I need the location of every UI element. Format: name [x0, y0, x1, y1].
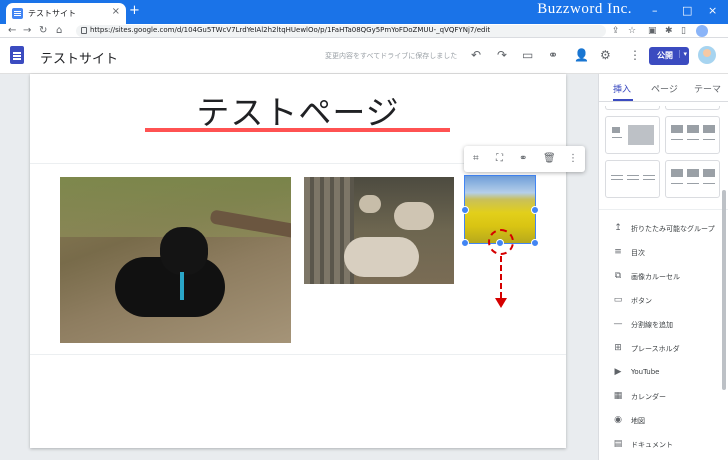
insert-document[interactable]: ▤ ドキュメント	[599, 436, 723, 456]
lock-icon	[81, 27, 87, 34]
arrow-down-icon	[495, 298, 507, 308]
drag-annotation-line	[500, 256, 502, 298]
back-icon[interactable]: ←	[8, 25, 16, 37]
tab-insert[interactable]: 挿入	[613, 82, 631, 95]
publish-label: 公開	[657, 51, 673, 60]
drag-annotation-circle	[488, 229, 514, 255]
reload-icon[interactable]: ↻	[39, 25, 47, 37]
sites-logo-icon[interactable]	[10, 46, 24, 64]
undo-icon[interactable]: ↶	[471, 48, 481, 62]
close-window-button[interactable]: ×	[708, 4, 717, 17]
brand-watermark: Buzzword Inc.	[537, 1, 632, 17]
delete-icon[interactable]: 🗑	[543, 153, 556, 165]
layout-card-image-columns[interactable]	[665, 160, 720, 198]
table-of-contents-icon: ≡	[614, 247, 622, 257]
share-icon[interactable]: ⇪	[612, 26, 620, 36]
browser-tab-strip: テストサイト × + Buzzword Inc. – □ ×	[0, 0, 728, 24]
redo-icon[interactable]: ↷	[497, 48, 507, 62]
home-icon[interactable]: ⌂	[56, 25, 62, 37]
chevron-down-icon[interactable]: ▾	[679, 50, 687, 58]
profile-avatar[interactable]	[696, 25, 708, 37]
settings-gear-icon[interactable]: ⚙	[600, 48, 611, 62]
insert-side-panel: 挿入 ページ テーマ ↥ 折りたたみ可能なグループ ≡ 目次 ⧉ 画像カルーセル…	[598, 74, 728, 460]
browser-toolbar: ← → ↻ ⌂ https://sites.google.com/d/104Gu…	[0, 24, 728, 38]
resize-handle-bottom-left[interactable]	[461, 239, 469, 247]
sites-favicon-icon	[12, 8, 23, 19]
preview-icon[interactable]: ▭	[522, 48, 533, 62]
insert-table-of-contents[interactable]: ≡ 目次	[599, 244, 723, 264]
image-toolbar: ⌗ ⛶ ⚭ 🗑 ⋮	[464, 146, 585, 172]
address-bar[interactable]: https://sites.google.com/d/104Gu5TWcV7Lr…	[76, 25, 606, 37]
insert-divider[interactable]: — 分割線を追加	[599, 316, 723, 336]
lamb-image[interactable]	[60, 177, 291, 343]
site-name[interactable]: テストサイト	[40, 48, 118, 67]
url-text: https://sites.google.com/d/104Gu5TWcV7Lr…	[90, 26, 491, 34]
insert-image-carousel[interactable]: ⧉ 画像カルーセル	[599, 268, 723, 288]
forward-icon[interactable]: →	[23, 25, 31, 37]
maximize-button[interactable]: □	[682, 4, 692, 17]
resize-handle-left[interactable]	[461, 206, 469, 214]
calendar-icon: ▦	[613, 391, 623, 401]
insert-button[interactable]: ▭ ボタン	[599, 292, 723, 312]
resize-handle-right[interactable]	[531, 206, 539, 214]
layout-card[interactable]	[665, 106, 720, 110]
tab-title: テストサイト	[28, 9, 76, 18]
document-icon: ▤	[613, 439, 623, 449]
bookmark-star-icon[interactable]: ☆	[628, 26, 636, 36]
link-icon[interactable]: ⚭	[548, 48, 558, 62]
insert-calendar[interactable]: ▦ カレンダー	[599, 388, 723, 408]
sheep-image[interactable]	[304, 177, 454, 284]
placeholder-icon: ⊞	[614, 343, 622, 353]
side-panel-icon[interactable]: ▯	[681, 26, 686, 36]
insert-collapsible-group[interactable]: ↥ 折りたたみ可能なグループ	[599, 220, 723, 240]
title-underline-bar	[145, 128, 450, 132]
layout-card-image-text[interactable]	[605, 116, 660, 154]
divider-icon: —	[613, 319, 623, 329]
side-panel-scrollbar[interactable]	[722, 190, 726, 390]
collapsible-group-icon: ↥	[614, 223, 622, 233]
browser-tab[interactable]: テストサイト ×	[6, 3, 126, 24]
insert-placeholder[interactable]: ⊞ プレースホルダ	[599, 340, 723, 360]
more-vert-icon[interactable]: ⋮	[629, 48, 641, 62]
new-tab-button[interactable]: +	[129, 4, 140, 18]
save-status: 変更内容をすべてドライブに保存しました	[325, 52, 458, 60]
close-icon[interactable]: ×	[112, 6, 120, 18]
more-vert-icon[interactable]: ⋮	[568, 153, 578, 165]
extension-icon[interactable]: ▣	[648, 26, 657, 36]
tab-themes[interactable]: テーマ	[694, 82, 721, 95]
image-carousel-icon: ⧉	[614, 271, 622, 281]
insert-youtube[interactable]: ▶ YouTube	[599, 364, 723, 384]
button-icon: ▭	[613, 295, 623, 305]
account-avatar[interactable]	[698, 46, 716, 64]
fit-icon[interactable]: ⛶	[496, 153, 503, 165]
youtube-icon: ▶	[614, 367, 622, 377]
link-icon[interactable]: ⚭	[519, 153, 527, 165]
minimize-button[interactable]: –	[652, 4, 658, 17]
section-divider	[30, 354, 566, 355]
layout-card-text-columns[interactable]	[605, 160, 660, 198]
crop-icon[interactable]: ⌗	[473, 153, 479, 165]
share-person-icon[interactable]: 👤	[574, 48, 589, 62]
layout-card[interactable]	[605, 106, 660, 110]
insert-map[interactable]: ◉ 地図	[599, 412, 723, 432]
resize-handle-bottom-right[interactable]	[531, 239, 539, 247]
layout-card-three-images[interactable]	[665, 116, 720, 154]
tab-pages[interactable]: ページ	[651, 82, 678, 95]
page-title[interactable]: テストページ	[30, 86, 566, 134]
extensions-puzzle-icon[interactable]: ✱	[665, 26, 673, 36]
publish-button[interactable]: 公開 ▾	[649, 47, 689, 65]
map-pin-icon: ◉	[614, 415, 622, 425]
sites-app-bar: テストサイト 変更内容をすべてドライブに保存しました ↶ ↷ ▭ ⚭ 👤 ⚙ ⋮…	[0, 38, 728, 74]
